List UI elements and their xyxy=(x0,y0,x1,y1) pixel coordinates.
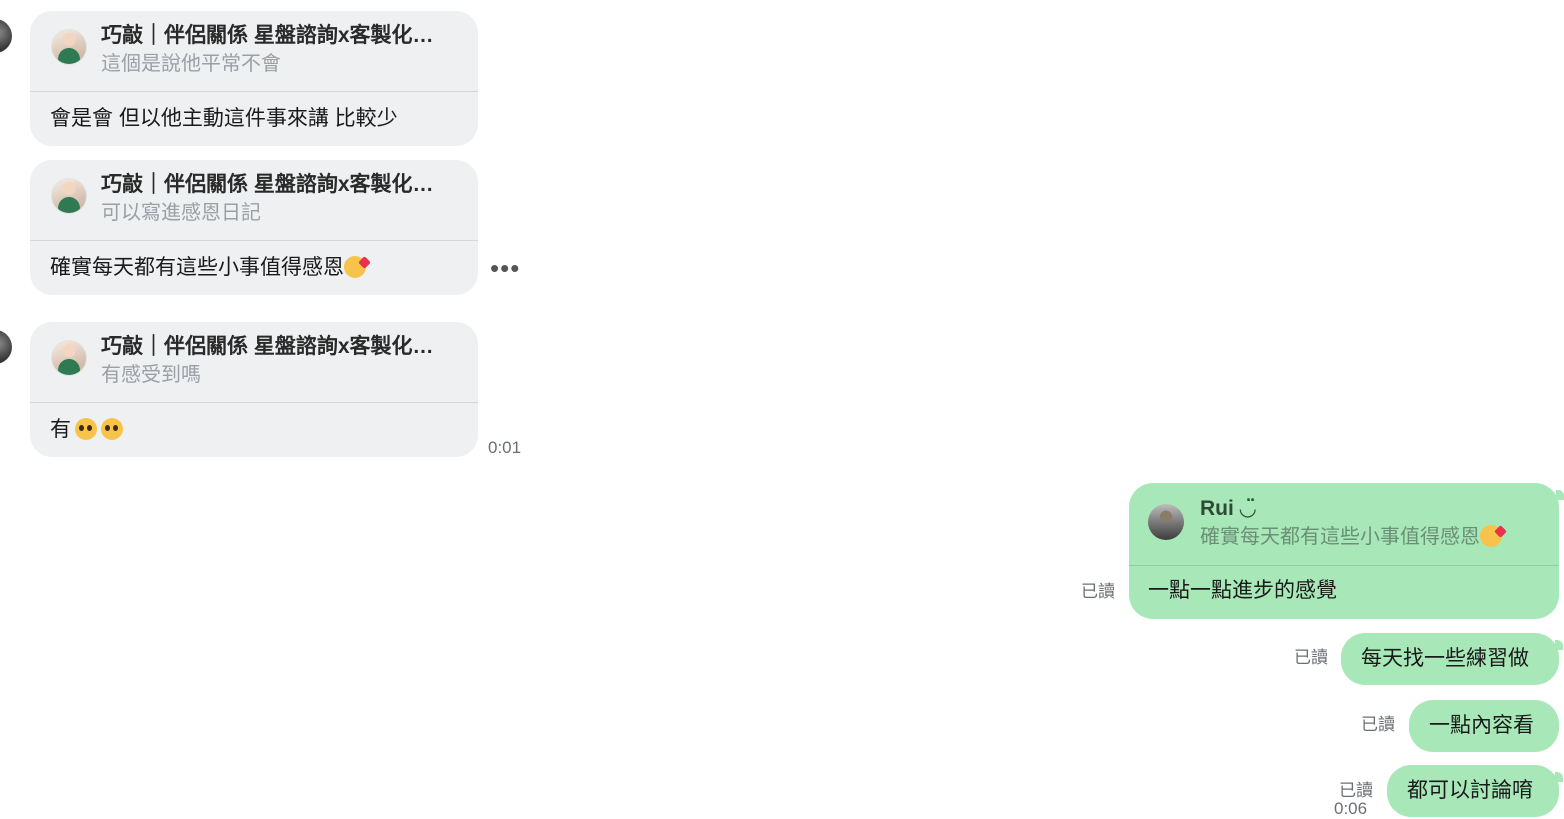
quoted-text: 有感受到嗎 xyxy=(101,364,201,386)
quoted-sender-name: 巧敲｜伴侶關係 星盤諮詢x客製化… xyxy=(101,24,434,47)
incoming-reply-message[interactable]: 巧敲｜伴侶關係 星盤諮詢x客製化… 有感受到嗎 有 xyxy=(30,322,478,457)
message-timestamp: 0:06 xyxy=(1334,799,1368,818)
quoted-sender-avatar xyxy=(51,178,87,214)
bubble-tail xyxy=(1556,490,1564,500)
outgoing-message[interactable]: 一點內容看 xyxy=(1409,700,1559,752)
quoted-sender-avatar xyxy=(1148,504,1184,540)
message-text: 一點一點進步的感覺 xyxy=(1148,579,1337,602)
quoted-message[interactable]: 巧敲｜伴侶關係 星盤諮詢x客製化… 這個是說他平常不會 xyxy=(30,11,478,91)
quoted-sender-name: 巧敲｜伴侶關係 星盤諮詢x客製化… xyxy=(101,173,434,196)
more-options-icon[interactable]: ••• xyxy=(490,255,520,281)
bubble-tail xyxy=(1555,640,1563,650)
quoted-sender-avatar xyxy=(51,340,87,376)
message-text: 有 xyxy=(30,403,478,457)
quoted-sender-avatar xyxy=(51,29,87,65)
incoming-reply-message[interactable]: 巧敲｜伴侶關係 星盤諮詢x客製化… 這個是說他平常不會 會是會 但以他主動這件事… xyxy=(30,11,478,146)
message-text: 確實每天都有這些小事值得感恩 xyxy=(30,241,478,295)
read-receipt: 已讀 xyxy=(1294,648,1328,667)
smiling-face-with-hearts-emoji-icon xyxy=(1480,525,1502,547)
message-text-content: 確實每天都有這些小事值得感恩 xyxy=(50,256,344,279)
message-timestamp: 0:01 xyxy=(488,438,522,457)
incoming-reply-message[interactable]: 巧敲｜伴侶關係 星盤諮詢x客製化… 可以寫進感恩日記 確實每天都有這些小事值得感… xyxy=(30,160,478,295)
read-receipt: 已讀 xyxy=(1339,781,1373,800)
pleading-face-emoji-icon xyxy=(75,418,97,440)
sender-avatar[interactable] xyxy=(0,19,12,53)
quoted-text: 可以寫進感恩日記 xyxy=(101,202,261,224)
quoted-text: 確實每天都有這些小事值得感恩 xyxy=(1200,524,1502,550)
message-text: 會是會 但以他主動這件事來講 比較少 xyxy=(50,107,398,130)
outgoing-message[interactable]: 都可以討論唷 xyxy=(1387,765,1559,817)
sender-avatar[interactable] xyxy=(0,330,12,364)
outgoing-message[interactable]: 每天找一些練習做 xyxy=(1341,633,1559,685)
quoted-sender-name: Rui ◡̈ xyxy=(1200,497,1256,520)
quoted-sender-name: 巧敲｜伴侶關係 星盤諮詢x客製化… xyxy=(101,335,434,358)
quoted-text: 這個是說他平常不會 xyxy=(101,53,281,75)
quoted-text-content: 確實每天都有這些小事值得感恩 xyxy=(1200,526,1480,548)
quoted-message[interactable]: 巧敲｜伴侶關係 星盤諮詢x客製化… 有感受到嗎 xyxy=(30,322,478,402)
pleading-face-emoji-icon xyxy=(101,418,123,440)
read-receipt: 已讀 xyxy=(1081,582,1115,601)
outgoing-reply-message[interactable]: Rui ◡̈ 確實每天都有這些小事值得感恩 一點一點進步的感覺 xyxy=(1129,483,1559,619)
read-receipt: 已讀 xyxy=(1361,715,1395,734)
smiling-face-with-hearts-emoji-icon xyxy=(344,256,366,278)
message-text-content: 有 xyxy=(50,418,71,441)
quoted-message[interactable]: 巧敲｜伴侶關係 星盤諮詢x客製化… 可以寫進感恩日記 xyxy=(30,160,478,240)
bubble-tail xyxy=(1555,772,1563,782)
quoted-message[interactable]: Rui ◡̈ 確實每天都有這些小事值得感恩 xyxy=(1129,483,1559,565)
